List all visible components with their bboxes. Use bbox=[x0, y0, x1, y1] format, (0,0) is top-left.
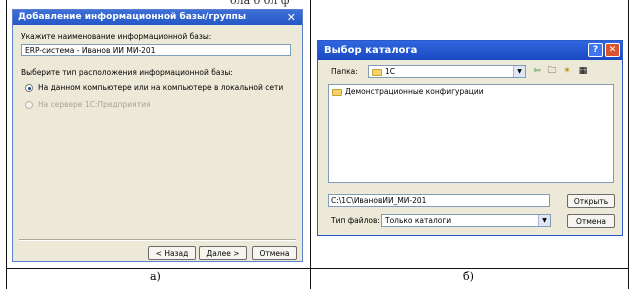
folder-select-value: 1С bbox=[385, 67, 396, 76]
table-row-divider bbox=[6, 268, 629, 269]
up-folder-icon[interactable]: 🗀 bbox=[546, 65, 558, 77]
dialog-titlebar: Выбор каталога ? ✕ bbox=[318, 41, 622, 60]
infobase-name-label: Укажите наименование информационной базы… bbox=[21, 32, 212, 41]
folder-icon bbox=[372, 68, 382, 76]
list-item-label: Демонстрационные конфигурации bbox=[345, 87, 484, 96]
filetype-label: Тип файлов: bbox=[331, 216, 380, 225]
radio-server-label[interactable]: На сервере 1С:Предприятия bbox=[38, 100, 150, 109]
view-menu-icon[interactable]: ▦ bbox=[577, 65, 589, 77]
chevron-down-icon[interactable]: ▼ bbox=[513, 66, 525, 77]
folder-select[interactable]: 1С ▼ bbox=[368, 65, 526, 78]
radio-local-label[interactable]: На данном компьютере или на компьютере в… bbox=[38, 83, 283, 92]
new-folder-icon[interactable]: ✶ bbox=[561, 65, 573, 77]
browse-folder-dialog: Выбор каталога ? ✕ Папка: 1С ▼ ⇦ 🗀 ✶ ▦ Д… bbox=[317, 40, 623, 236]
folder-label: Папка: bbox=[331, 67, 358, 76]
clipped-heading: бла б бл ф bbox=[230, 0, 290, 7]
table-border-middle bbox=[310, 0, 311, 289]
location-type-label: Выберите тип расположения информационной… bbox=[21, 68, 233, 77]
add-infobase-dialog: Добавление информационной базы/группы ✕ … bbox=[12, 9, 303, 262]
radio-server[interactable] bbox=[25, 101, 33, 109]
close-icon[interactable]: ✕ bbox=[605, 43, 620, 57]
back-button[interactable]: < Назад bbox=[148, 246, 196, 260]
filetype-select-value: Только каталоги bbox=[385, 216, 452, 225]
open-button[interactable]: Открыть bbox=[567, 194, 615, 208]
infobase-name-input[interactable]: ERP-система - Иванов ИИ МИ-201 bbox=[21, 44, 291, 56]
cancel-button[interactable]: Отмена bbox=[567, 214, 615, 228]
chevron-down-icon[interactable]: ▼ bbox=[538, 215, 550, 226]
dialog-titlebar: Добавление информационной базы/группы ✕ bbox=[13, 10, 302, 25]
caption-a: а) bbox=[150, 270, 161, 283]
cancel-button[interactable]: Отмена bbox=[252, 246, 297, 260]
filetype-select[interactable]: Только каталоги ▼ bbox=[381, 214, 551, 227]
caption-b: б) bbox=[463, 270, 474, 283]
help-icon[interactable]: ? bbox=[588, 43, 603, 57]
folder-icon bbox=[332, 88, 342, 96]
list-item[interactable]: Демонстрационные конфигурации bbox=[332, 87, 484, 96]
dialog-title: Добавление информационной базы/группы bbox=[18, 12, 247, 22]
table-border-left bbox=[6, 0, 7, 289]
dialog-title: Выбор каталога bbox=[324, 45, 418, 56]
path-input[interactable]: C:\1C\ИвановИИ_МИ-201 bbox=[328, 194, 550, 207]
radio-local[interactable] bbox=[25, 84, 33, 92]
close-icon[interactable]: ✕ bbox=[287, 10, 296, 25]
button-separator bbox=[19, 239, 296, 241]
back-icon[interactable]: ⇦ bbox=[531, 65, 543, 77]
folder-list[interactable]: Демонстрационные конфигурации bbox=[328, 84, 614, 183]
next-button[interactable]: Далее > bbox=[199, 246, 247, 260]
